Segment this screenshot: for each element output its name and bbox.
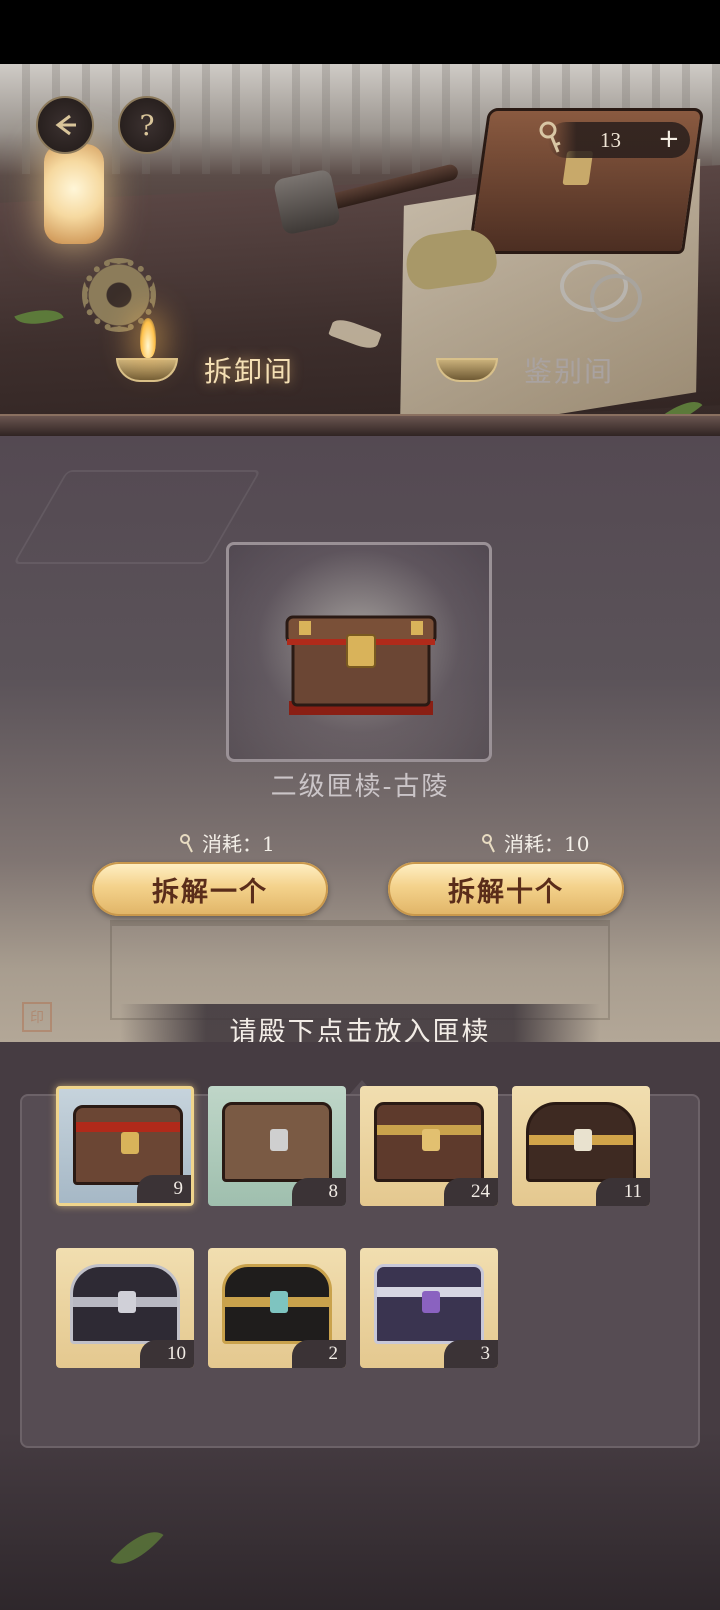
- slot-quantity: 11: [596, 1178, 650, 1206]
- cost-ten-text: 消耗：10: [504, 832, 590, 856]
- chest-icon: [222, 1264, 332, 1344]
- back-arrow-icon: [55, 114, 76, 136]
- tab-identify[interactable]: 鉴别间: [436, 340, 614, 400]
- chest-icon: [222, 1102, 332, 1182]
- chest-inventory-panel: 9 8 24 11 10 2 3: [20, 1086, 700, 1448]
- dismantle-one-button[interactable]: 拆解一个: [92, 862, 328, 916]
- key-rings: [590, 274, 642, 322]
- lit-oil-lamp-icon: [116, 318, 178, 382]
- slot-quantity: 9: [137, 1175, 191, 1203]
- slot-quantity: 8: [292, 1178, 346, 1206]
- question-icon: ?: [139, 108, 155, 142]
- chest-icon: [374, 1102, 484, 1182]
- inventory-slot[interactable]: 8: [208, 1086, 346, 1206]
- tab-identify-label: 鉴别间: [524, 355, 615, 388]
- tab-dismantle-label: 拆卸间: [204, 355, 295, 388]
- slot-quantity: 10: [140, 1340, 194, 1368]
- oil-lamp-icon: [436, 358, 498, 382]
- seal-stamp-icon: 印: [22, 1002, 52, 1032]
- chest-icon: [73, 1105, 183, 1185]
- chest-icon: [526, 1102, 636, 1182]
- selected-chest-slot[interactable]: [226, 542, 492, 762]
- cost-one-text: 消耗：1: [202, 832, 275, 856]
- slot-quantity: 3: [444, 1340, 498, 1368]
- selected-chest-image: [285, 615, 437, 715]
- slot-quantity: 24: [444, 1178, 498, 1206]
- chest-icon: [70, 1264, 180, 1344]
- status-bar: [0, 0, 720, 64]
- help-button[interactable]: ?: [118, 96, 176, 154]
- inventory-slot[interactable]: 10: [56, 1248, 194, 1368]
- tab-dismantle[interactable]: 拆卸间: [116, 318, 295, 400]
- selected-chest-title: 二级匣椟-古陵: [270, 772, 450, 802]
- add-keys-button[interactable]: +: [658, 124, 680, 154]
- chest-icon: [374, 1264, 484, 1344]
- key-icon: [482, 833, 495, 852]
- key-resource: 13 +: [539, 121, 690, 158]
- inventory-slot[interactable]: 9: [56, 1086, 194, 1206]
- inventory-slot[interactable]: 24: [360, 1086, 498, 1206]
- inventory-slot[interactable]: 11: [512, 1086, 650, 1206]
- key-icon: [180, 833, 193, 852]
- cost-one: 消耗：1: [178, 828, 275, 857]
- dismantle-ten-button[interactable]: 拆解十个: [388, 862, 624, 916]
- cost-ten: 消耗：10: [480, 828, 589, 857]
- table-edge: [0, 414, 720, 436]
- key-count: 13: [600, 128, 621, 152]
- lantern: [44, 144, 104, 244]
- inventory-slot[interactable]: 2: [208, 1248, 346, 1368]
- back-button[interactable]: [36, 96, 94, 154]
- key-icon: [539, 121, 561, 153]
- slot-quantity: 2: [292, 1340, 346, 1368]
- flame-icon: [140, 318, 156, 358]
- inventory-slot[interactable]: 3: [360, 1248, 498, 1368]
- hammer-head: [272, 168, 342, 236]
